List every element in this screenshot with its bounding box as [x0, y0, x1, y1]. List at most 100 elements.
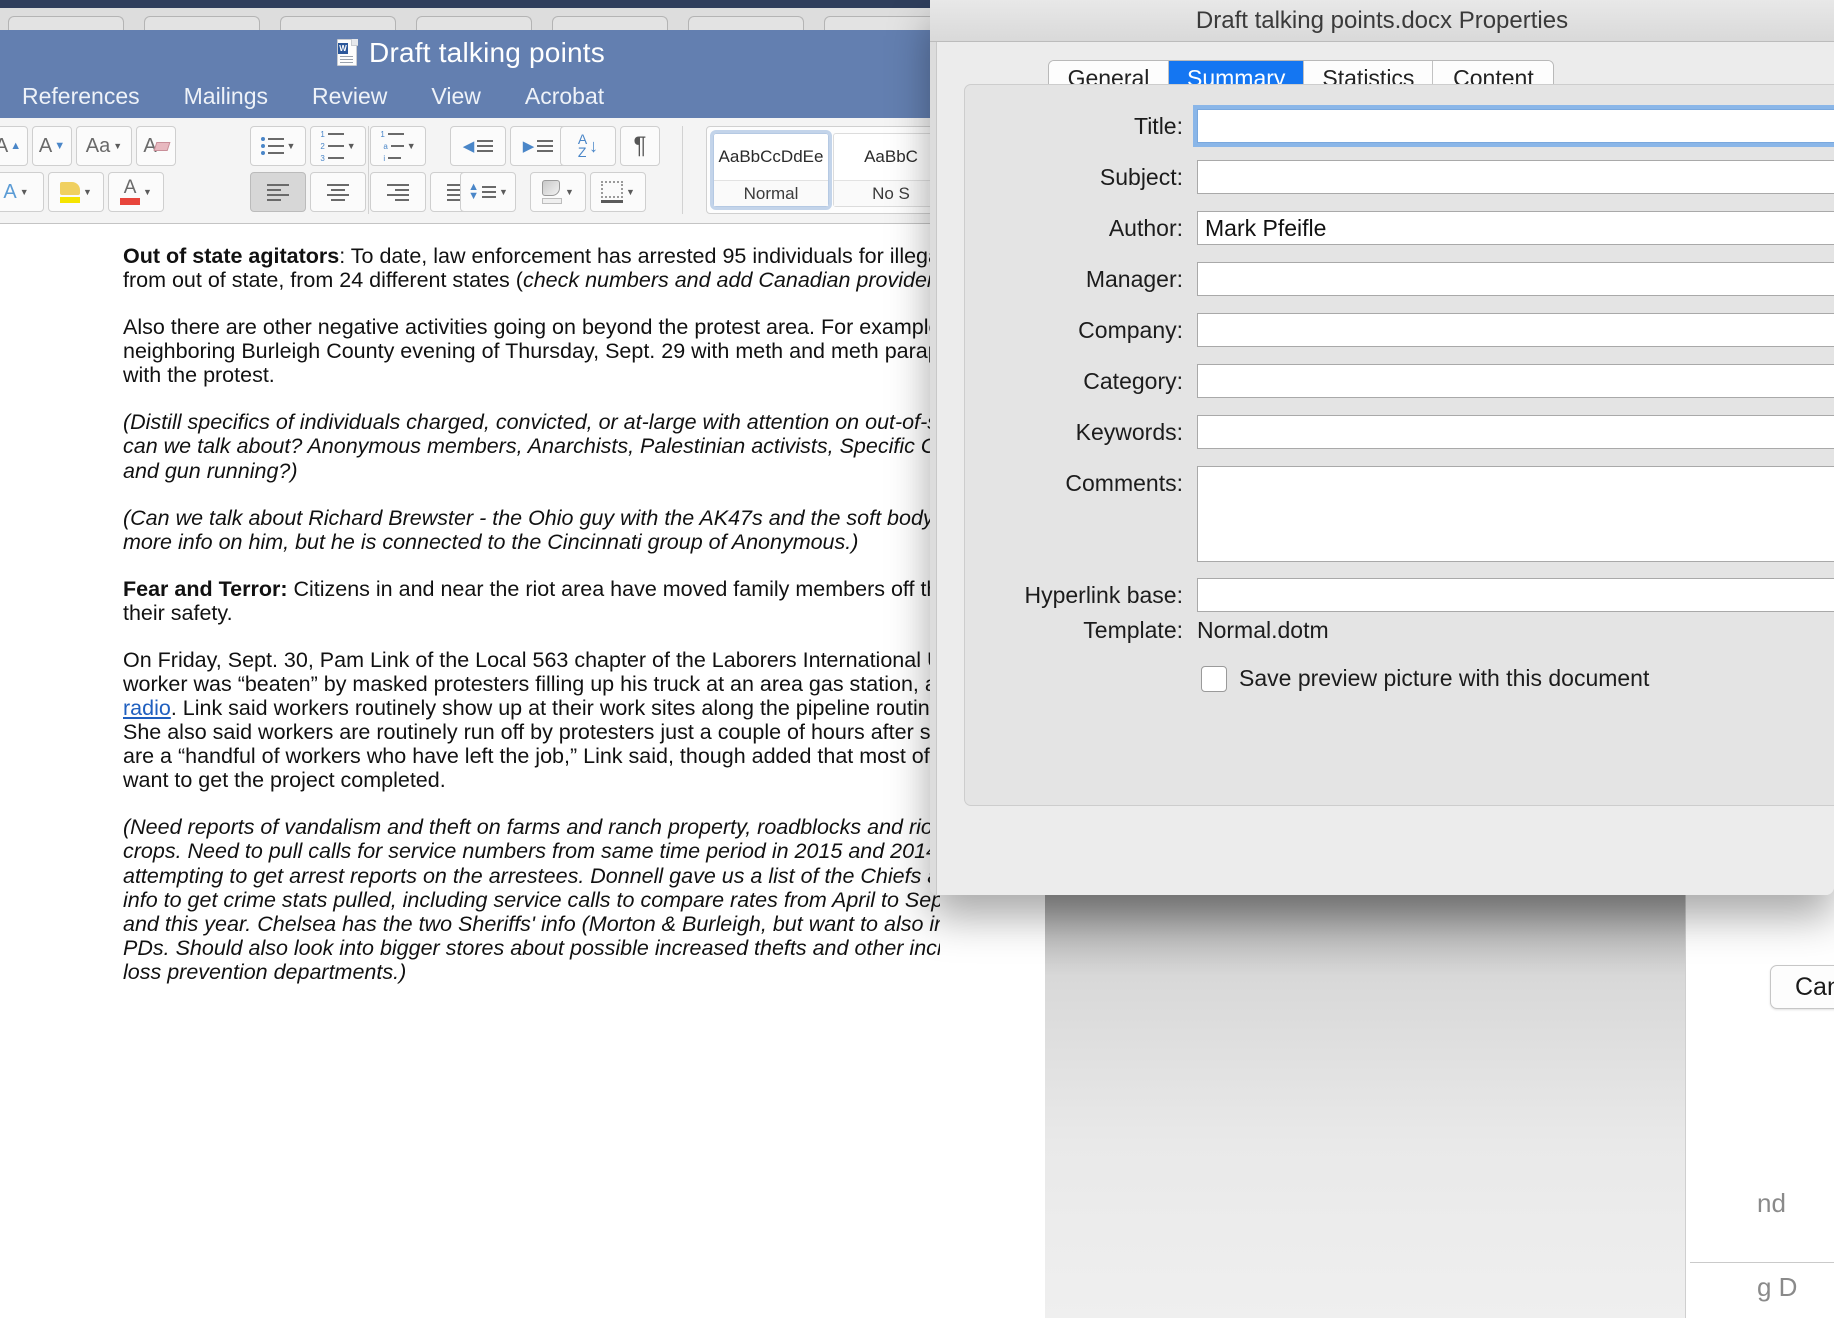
shrink-font-label: A: [38, 134, 53, 157]
field-input-company[interactable]: [1197, 313, 1834, 347]
bullet-list-icon: [260, 137, 284, 155]
dialog-footer: [937, 806, 1834, 895]
field-label: Title:: [1134, 113, 1183, 139]
ribbon-tab-mailings[interactable]: Mailings: [162, 83, 290, 110]
font-color-button[interactable]: A ▼: [108, 172, 164, 212]
align-right-icon: [387, 183, 409, 201]
field-row-author: Author: Mark Pfeifle: [965, 211, 1834, 245]
text-effects-icon: A: [3, 180, 17, 203]
background-faint-text-2: g D: [1757, 1272, 1798, 1302]
p-richard-brewster: (Can we talk about Richard Brewster - th…: [123, 506, 940, 554]
sort-group: AZ ↓: [560, 126, 616, 166]
cancel-button[interactable]: Can: [1770, 965, 1834, 1009]
style-sample: AaBbCcDdEe: [718, 147, 824, 166]
indent-group: ◀ ▶: [450, 126, 566, 166]
p-fear-and-terror: Fear and Terror: Citizens in and near th…: [123, 577, 940, 625]
text-run: . Link said workers routinely show up at…: [123, 696, 940, 793]
grow-font-label: A: [0, 134, 9, 157]
field-input-comments[interactable]: [1197, 466, 1834, 562]
word-window: W Draft talking points References Mailin…: [0, 0, 940, 1318]
chevron-down-icon: ▼: [565, 187, 574, 197]
field-label: Author:: [1108, 215, 1183, 241]
field-input-keywords[interactable]: [1197, 415, 1834, 449]
style-card-normal[interactable]: AaBbCcDdEe Normal: [710, 130, 832, 210]
background-shadow-panel: [1045, 880, 1685, 1318]
italic-run: (Can we talk about Richard Brewster - th…: [123, 505, 940, 554]
shading-button[interactable]: ▼: [530, 172, 586, 212]
ribbon-tab-acrobat[interactable]: Acrobat: [503, 83, 626, 110]
field-input-subject[interactable]: [1197, 160, 1834, 194]
save-preview-checkbox[interactable]: [1201, 665, 1227, 692]
bullets-button[interactable]: ▼: [250, 126, 306, 166]
chevron-down-icon: ▼: [19, 187, 29, 197]
align-left-button[interactable]: [250, 172, 306, 212]
style-name: No S: [834, 180, 940, 206]
field-label: Subject:: [1099, 164, 1183, 190]
ribbon-tab-view[interactable]: View: [409, 83, 502, 110]
numbered-list-icon: 1 2 3: [320, 130, 344, 163]
window-titlebar-strip: [0, 0, 940, 8]
styles-gallery[interactable]: AaBbCcDdEe Normal AaBbC No S: [706, 126, 940, 214]
align-left-icon: [267, 183, 289, 201]
show-formatting-marks-button[interactable]: ¶: [620, 126, 660, 166]
field-input-title[interactable]: [1193, 105, 1834, 147]
change-case-button[interactable]: Aa ▼: [76, 126, 132, 166]
field-input-category[interactable]: [1197, 364, 1834, 398]
shading-icon: [542, 180, 563, 204]
chevron-down-icon: ▼: [406, 141, 416, 151]
increase-indent-button[interactable]: ▶: [510, 126, 566, 166]
document-body[interactable]: Out of state agitators: To date, law enf…: [123, 244, 940, 1007]
field-label: Manager:: [1085, 266, 1183, 292]
ribbon-tab-review[interactable]: Review: [290, 83, 409, 110]
field-input-manager[interactable]: [1197, 262, 1834, 296]
template-value: Normal.dotm: [1197, 617, 1329, 643]
line-spacing-button[interactable]: ▲ ▼ ▼: [460, 172, 516, 212]
multilevel-list-icon: 1 a i: [380, 130, 404, 163]
highlight-button[interactable]: ▼: [48, 172, 104, 212]
page-title: Draft talking points: [369, 37, 605, 68]
chevron-down-icon: ▼: [626, 187, 635, 197]
text-run: On Friday, Sept. 30, Pam Link of the Loc…: [123, 647, 940, 697]
style-sample: AaBbC: [864, 147, 918, 166]
shading-group: ▼ ▼: [530, 172, 646, 212]
field-label: Comments:: [1065, 470, 1183, 496]
numbering-button[interactable]: 1 2 3 ▼: [310, 126, 366, 166]
background-faint-text-1: nd: [1757, 1188, 1786, 1218]
align-center-button[interactable]: [310, 172, 366, 212]
line-spacing-icon: ▲ ▼: [468, 182, 496, 202]
paragraph-group-row1: ▼ 1 2 3 ▼ 1 a i ▼: [250, 126, 426, 166]
style-name: Normal: [714, 180, 828, 206]
properties-dialog: Draft talking points.docx Properties Gen…: [930, 0, 1834, 895]
dialog-title: Draft talking points.docx Properties: [1195, 6, 1569, 34]
italic-run: (Need reports of vandalism and theft on …: [123, 815, 940, 984]
chevron-down-icon: ▼: [286, 141, 296, 151]
multilevel-list-button[interactable]: 1 a i ▼: [370, 126, 426, 166]
field-row-company: Company:: [965, 313, 1834, 347]
style-card-no-spacing[interactable]: AaBbC No S: [833, 133, 940, 207]
field-input-author[interactable]: Mark Pfeifle: [1197, 211, 1834, 245]
ribbon-tab-bar: References Mailings Review View Acrobat: [0, 74, 940, 118]
field-input-hyperlink-base[interactable]: [1197, 578, 1834, 612]
italic-run: (Distill specifics of individuals charge…: [123, 410, 940, 483]
clear-formatting-button[interactable]: A: [136, 126, 176, 166]
field-row-manager: Manager:: [965, 262, 1834, 296]
grow-font-button[interactable]: A ▲: [0, 126, 28, 166]
show-marks-group: ¶: [620, 126, 660, 166]
decrease-indent-button[interactable]: ◀: [450, 126, 506, 166]
background-divider-line: [1690, 1262, 1834, 1263]
text-effects-button[interactable]: A ▼: [0, 172, 44, 212]
chevron-down-icon: ▼: [346, 141, 356, 151]
sort-button[interactable]: AZ ↓: [560, 126, 616, 166]
dialog-titlebar: Draft talking points.docx Properties: [930, 0, 1834, 42]
p-need-reports: (Need reports of vandalism and theft on …: [123, 815, 940, 984]
save-preview-row[interactable]: Save preview picture with this document: [1201, 665, 1649, 692]
align-right-button[interactable]: [370, 172, 426, 212]
borders-button[interactable]: ▼: [590, 172, 646, 212]
text-run: Also there are other negative activities…: [123, 315, 940, 388]
decrease-indent-icon: ◀: [463, 137, 494, 155]
ribbon-tab-references[interactable]: References: [0, 83, 162, 110]
field-label: Hyperlink base:: [1024, 582, 1183, 608]
document-page[interactable]: Out of state agitators: To date, law enf…: [0, 224, 940, 1318]
borders-icon: [601, 181, 624, 203]
shrink-font-button[interactable]: A ▼: [32, 126, 72, 166]
